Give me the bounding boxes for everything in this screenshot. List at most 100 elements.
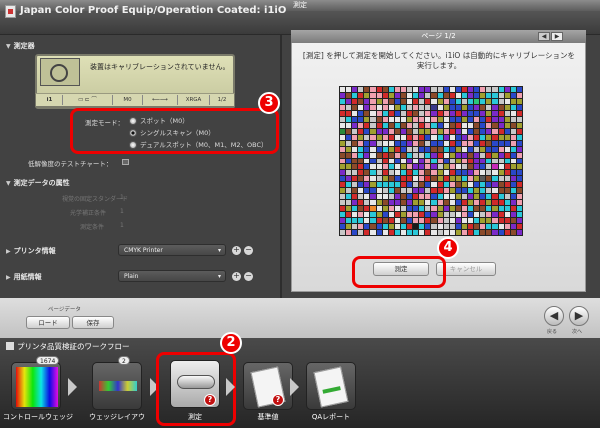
color-patch bbox=[407, 92, 413, 98]
color-patch bbox=[468, 176, 474, 182]
color-patch bbox=[382, 182, 388, 188]
step-control-wedge[interactable] bbox=[11, 362, 61, 410]
color-patch bbox=[394, 218, 400, 224]
color-patch bbox=[394, 224, 400, 230]
color-patch bbox=[443, 110, 449, 116]
color-patch bbox=[516, 164, 522, 170]
color-patch bbox=[364, 182, 370, 188]
back-nav-button[interactable]: ◀ bbox=[544, 306, 564, 326]
color-patch bbox=[388, 140, 394, 146]
color-patch bbox=[370, 104, 376, 110]
color-patch bbox=[352, 200, 358, 206]
color-patch bbox=[425, 140, 431, 146]
back-label: 戻る bbox=[547, 329, 558, 335]
color-patch bbox=[388, 128, 394, 134]
printer-select[interactable]: CMYK Printer ▾ bbox=[118, 244, 226, 256]
color-patch bbox=[455, 152, 461, 158]
color-patch bbox=[358, 140, 364, 146]
color-patch bbox=[407, 110, 413, 116]
color-patch bbox=[461, 206, 468, 212]
color-patch bbox=[388, 146, 394, 152]
color-patch bbox=[443, 122, 449, 128]
color-patch bbox=[425, 176, 431, 182]
color-patch bbox=[516, 224, 522, 230]
color-patch bbox=[346, 224, 352, 230]
pane-divider[interactable] bbox=[280, 35, 282, 298]
color-patch bbox=[382, 224, 388, 230]
color-patch bbox=[376, 224, 382, 230]
color-patch bbox=[346, 230, 352, 235]
color-patch bbox=[510, 110, 516, 116]
next-nav-button[interactable]: ▶ bbox=[569, 306, 589, 326]
color-patch bbox=[480, 116, 486, 122]
step-wedge-layout[interactable] bbox=[92, 362, 142, 410]
color-patch bbox=[413, 98, 419, 104]
color-patch bbox=[468, 87, 474, 92]
paper-select[interactable]: Plain ▾ bbox=[118, 270, 226, 282]
color-patch bbox=[449, 194, 455, 200]
color-patch bbox=[480, 212, 486, 218]
color-patch bbox=[492, 146, 498, 152]
color-patch bbox=[437, 104, 443, 110]
save-button[interactable]: 保存 bbox=[72, 316, 114, 329]
color-patch bbox=[480, 164, 486, 170]
color-patch bbox=[504, 194, 510, 200]
printer-info-header[interactable]: ▶ プリンタ情報 bbox=[6, 246, 56, 256]
color-patch bbox=[388, 122, 394, 128]
step-reference[interactable] bbox=[243, 362, 293, 410]
color-patch bbox=[407, 218, 413, 224]
color-patch bbox=[400, 146, 407, 152]
low-density-checkbox[interactable] bbox=[122, 159, 129, 165]
color-patch bbox=[510, 116, 516, 122]
printer-remove-button[interactable]: − bbox=[244, 246, 253, 255]
step-qa-report[interactable] bbox=[306, 362, 356, 410]
prev-page-button[interactable]: ◀ bbox=[538, 32, 550, 41]
color-patch bbox=[461, 164, 468, 170]
color-patch bbox=[400, 218, 407, 224]
color-patch bbox=[461, 230, 468, 235]
color-patch bbox=[461, 110, 468, 116]
color-patch bbox=[461, 87, 468, 92]
color-patch bbox=[480, 92, 486, 98]
color-patch bbox=[480, 194, 486, 200]
color-patch bbox=[474, 110, 480, 116]
color-patch bbox=[510, 104, 516, 110]
color-patch bbox=[352, 158, 358, 164]
printer-add-button[interactable]: + bbox=[232, 246, 241, 255]
color-patch bbox=[425, 92, 431, 98]
color-patch bbox=[419, 134, 425, 140]
color-patch bbox=[358, 104, 364, 110]
load-button[interactable]: ロード bbox=[26, 316, 70, 329]
color-patch bbox=[413, 158, 419, 164]
disclosure-triangle-icon: ▼ bbox=[6, 43, 11, 50]
color-patch bbox=[370, 200, 376, 206]
color-patch bbox=[413, 134, 419, 140]
paper-add-button[interactable]: + bbox=[232, 272, 241, 281]
color-patch bbox=[413, 122, 419, 128]
color-patch bbox=[461, 116, 468, 122]
paper-remove-button[interactable]: − bbox=[244, 272, 253, 281]
color-patch bbox=[516, 212, 522, 218]
color-patch bbox=[504, 206, 510, 212]
attributes-section-header[interactable]: ▼ 測定データの属性 bbox=[6, 178, 70, 188]
color-patch bbox=[449, 140, 455, 146]
color-patch bbox=[370, 164, 376, 170]
color-patch bbox=[370, 152, 376, 158]
color-patch bbox=[413, 194, 419, 200]
color-patch bbox=[437, 98, 443, 104]
color-patch bbox=[468, 116, 474, 122]
paper-info-header[interactable]: ▶ 用紙情報 bbox=[6, 272, 42, 282]
color-patch bbox=[346, 182, 352, 188]
color-patch bbox=[498, 176, 504, 182]
color-patch bbox=[340, 92, 346, 98]
next-page-button[interactable]: ▶ bbox=[551, 32, 563, 41]
step-label: 基準値 bbox=[257, 413, 279, 421]
color-patch bbox=[419, 200, 425, 206]
color-patch bbox=[376, 206, 382, 212]
color-patch bbox=[407, 164, 413, 170]
color-patch bbox=[480, 200, 486, 206]
color-patch bbox=[492, 104, 498, 110]
color-patch bbox=[370, 218, 376, 224]
color-patch bbox=[413, 128, 419, 134]
instrument-section-header[interactable]: ▼ 測定器 bbox=[6, 41, 35, 51]
